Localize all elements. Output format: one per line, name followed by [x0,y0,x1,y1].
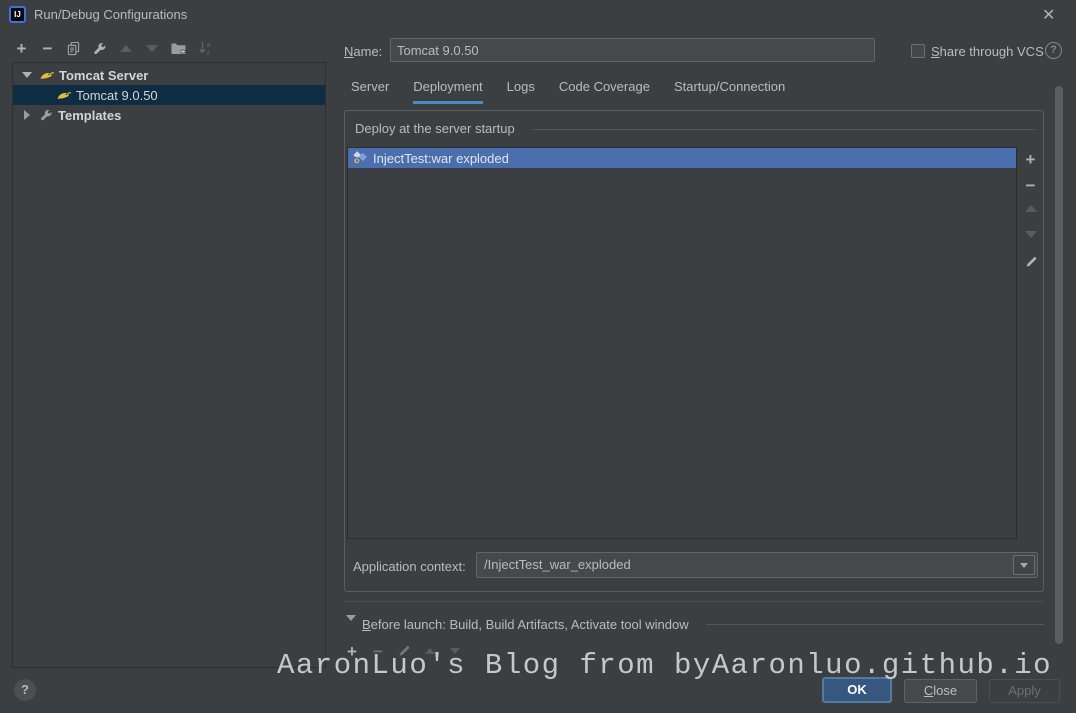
close-button[interactable]: Close [904,679,977,703]
move-up-icon [118,45,133,52]
edit-defaults-wrench-icon[interactable] [92,41,107,56]
close-icon[interactable]: ✕ [1042,5,1055,25]
configurations-tree: Tomcat Server Tomcat 9.0.50 Templates [12,62,326,668]
vertical-scrollbar-thumb[interactable] [1055,86,1063,644]
application-context-label: Application context: [353,559,466,574]
move-artifact-up-icon [1024,205,1037,212]
edit-artifact-pencil-icon[interactable] [1023,255,1038,269]
wrench-icon [39,108,53,122]
share-vcs-label: Share through VCS [931,44,1044,59]
tab-server[interactable]: Server [351,79,389,104]
before-launch-down-icon [448,648,461,654]
before-launch-add-button[interactable]: + [345,643,359,660]
remove-configuration-button[interactable]: − [40,40,55,57]
before-launch-collapse-icon[interactable] [346,621,356,636]
copy-configuration-icon[interactable] [66,41,81,56]
move-artifact-down-icon [1024,231,1037,238]
ok-button[interactable]: OK [822,677,892,703]
deploy-artifacts-list: InjectTest:war exploded [347,147,1017,539]
tree-item-tomcat-9050[interactable]: Tomcat 9.0.50 [13,85,325,105]
deploy-group-label: Deploy at the server startup [353,121,517,136]
dialog-title: Run/Debug Configurations [34,7,187,22]
name-input[interactable] [390,38,875,62]
sort-alphabetically-icon: az [198,40,214,56]
tree-item-templates[interactable]: Templates [13,105,325,125]
tab-startup-connection[interactable]: Startup/Connection [674,79,785,104]
add-artifact-button[interactable]: + [1023,151,1038,168]
move-down-icon [144,45,159,52]
svg-text:z: z [207,50,211,56]
vcs-help-icon[interactable]: ? [1045,42,1062,59]
list-item-artifact[interactable]: InjectTest:war exploded [348,148,1016,168]
chevron-collapsed-icon[interactable] [22,110,32,120]
run-debug-configurations-dialog: IJ Run/Debug Configurations ✕ + − az Tom… [0,0,1076,713]
apply-button: Apply [989,679,1060,703]
before-launch-line [706,624,1044,625]
share-vcs-checkbox[interactable] [911,44,925,58]
tomcat-icon [39,68,54,83]
intellij-logo-icon: IJ [9,6,26,23]
configuration-tabs: Server Deployment Logs Code Coverage Sta… [351,79,785,104]
add-configuration-button[interactable]: + [14,40,29,57]
tree-item-label: Tomcat Server [59,68,148,83]
application-context-combobox[interactable]: /InjectTest_war_exploded [476,552,1038,578]
group-separator-line [533,129,1035,130]
svg-text:a: a [207,42,211,49]
artifact-icon [352,150,368,166]
before-launch-edit-pencil-icon [397,644,411,658]
before-launch-remove-icon: − [371,643,385,660]
chevron-expanded-icon[interactable] [22,72,32,78]
deployment-panel: Deploy at the server startup InjectTest:… [344,110,1044,592]
combo-dropdown-arrow-icon[interactable] [1013,555,1035,575]
tab-deployment[interactable]: Deployment [413,79,482,104]
tomcat-icon [56,88,71,103]
remove-artifact-button[interactable]: − [1023,177,1038,194]
before-launch-label: Before launch: Build, Build Artifacts, A… [362,617,689,632]
tree-item-label: Templates [58,108,121,123]
tree-item-tomcat-server[interactable]: Tomcat Server [13,65,325,85]
section-divider [344,601,1044,602]
application-context-value: /InjectTest_war_exploded [484,557,631,572]
tree-item-label: Tomcat 9.0.50 [76,88,158,103]
list-item-label: InjectTest:war exploded [373,151,509,166]
help-button[interactable]: ? [14,679,36,701]
tab-code-coverage[interactable]: Code Coverage [559,79,650,104]
before-launch-up-icon [423,648,436,654]
new-folder-icon[interactable] [170,41,187,56]
tab-logs[interactable]: Logs [507,79,535,104]
name-label: Name: [344,44,382,59]
